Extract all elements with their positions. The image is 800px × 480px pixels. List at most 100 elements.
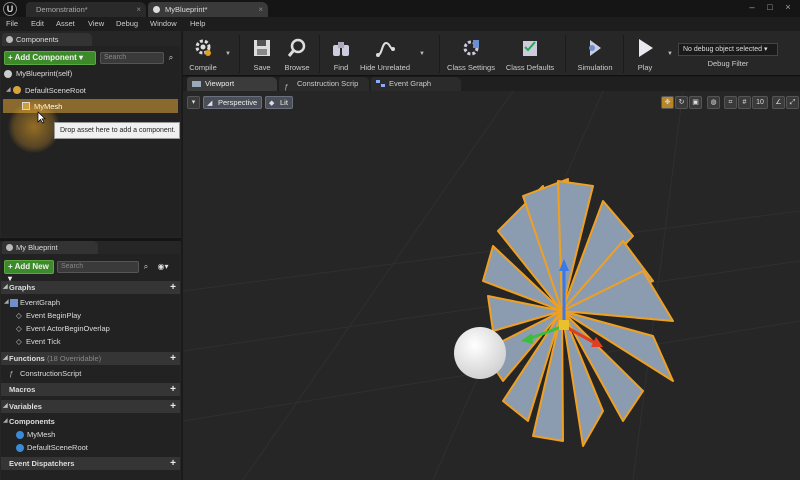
save-label: Save (253, 63, 271, 72)
world-space-icon[interactable]: ◍ (707, 96, 720, 109)
class-defaults-button[interactable]: Class Defaults (503, 34, 557, 74)
components-search-input[interactable]: Search (100, 52, 164, 64)
function-constructionscript[interactable]: ConstructionScript (20, 369, 81, 378)
add-variable-plus-icon[interactable]: + (170, 400, 176, 413)
variables-components-group: Components (9, 417, 55, 426)
add-macro-plus-icon[interactable]: + (170, 383, 176, 396)
variable-defaultsceneroot[interactable]: DefaultSceneRoot (27, 443, 88, 452)
tab-demonstration[interactable]: Demonstration* × (26, 2, 146, 17)
scene-root-icon (13, 86, 21, 94)
unreal-logo-icon: U (3, 2, 17, 16)
tab-event-graph[interactable]: Event Graph (371, 77, 461, 91)
tab-construction-script[interactable]: ƒ Construction Scrip (279, 77, 369, 91)
add-component-button[interactable]: + Add Component ▾ (4, 51, 96, 65)
menu-edit[interactable]: Edit (31, 19, 44, 28)
section-functions[interactable]: ◢ Functions (18 Overridable) + (1, 352, 180, 365)
tab-myblueprint[interactable]: MyBlueprint* × (148, 2, 268, 17)
viewport-scene[interactable] (183, 91, 800, 480)
play-button[interactable]: Play (627, 34, 663, 74)
event-diamond-icon: ◇ (16, 337, 22, 346)
simulation-button[interactable]: Simulation (571, 34, 619, 74)
menu-debug[interactable]: Debug (116, 19, 138, 28)
menu-file[interactable]: File (6, 19, 18, 28)
add-graph-plus-icon[interactable]: + (170, 281, 176, 294)
menu-window[interactable]: Window (150, 19, 177, 28)
title-bar: U Demonstration* × MyBlueprint* × – □ × (0, 0, 800, 17)
translate-tool-icon[interactable]: ✥ (661, 96, 674, 109)
grid-snap-icon[interactable]: # (738, 96, 751, 109)
collapse-arrow-icon: ◢ (3, 355, 8, 361)
graph-eventgraph[interactable]: EventGraph (20, 298, 60, 307)
tab-event-graph-label: Event Graph (389, 79, 432, 88)
hide-unrelated-button[interactable]: Hide Unrelated (359, 34, 411, 74)
view-options-eye-icon[interactable]: ◉▾ (154, 262, 172, 272)
tree-expand-icon[interactable]: ◢ (4, 298, 9, 305)
section-event-dispatchers[interactable]: Event Dispatchers + (1, 457, 180, 470)
menu-help[interactable]: Help (190, 19, 205, 28)
compile-gear-icon (195, 39, 211, 56)
rotation-snap-icon[interactable]: ∠ (772, 96, 785, 109)
tab-viewport[interactable]: Viewport (187, 77, 277, 91)
class-defaults-checklist-icon (523, 41, 537, 56)
compile-button[interactable]: Compile (185, 34, 221, 74)
menu-view[interactable]: View (88, 19, 104, 28)
tab-components[interactable]: Components (2, 33, 92, 46)
grid-snap-value[interactable]: 10 (752, 96, 768, 109)
add-function-plus-icon[interactable]: + (170, 352, 176, 365)
close-icon[interactable]: × (258, 2, 263, 17)
tab-my-blueprint[interactable]: My Blueprint (2, 241, 98, 254)
blueprint-self-icon (4, 70, 12, 78)
class-settings-label: Class Settings (447, 63, 495, 72)
my-blueprint-search-input[interactable]: Search (57, 261, 139, 273)
self-label[interactable]: MyBlueprint(self) (16, 69, 72, 78)
add-dispatcher-plus-icon[interactable]: + (170, 457, 176, 470)
variable-mymesh[interactable]: MyMesh (27, 430, 55, 439)
rotate-tool-icon[interactable]: ↻ (675, 96, 688, 109)
surface-snap-icon[interactable]: ⌗ (724, 96, 737, 109)
section-graphs[interactable]: ◢ Graphs + (1, 281, 180, 294)
tree-expand-icon[interactable]: ◢ (6, 86, 11, 93)
debug-object-select[interactable]: No debug object selected ▾ (678, 43, 778, 56)
close-icon[interactable]: × (136, 2, 141, 17)
minimize-icon[interactable]: – (744, 1, 760, 13)
lit-button[interactable]: ◆ Lit (265, 96, 293, 109)
toolbar-separator (319, 35, 320, 73)
play-label: Play (637, 63, 653, 72)
hide-unrelated-dropdown-icon[interactable]: ▼ (419, 51, 427, 59)
collapse-arrow-icon: ◢ (3, 284, 8, 290)
viewport-options-dropdown[interactable]: ▾ (187, 96, 200, 109)
play-dropdown-icon[interactable]: ▼ (667, 51, 675, 59)
tab-myblueprint-label: MyBlueprint* (165, 5, 208, 14)
viewport[interactable]: ▾ ◢ Perspective ◆ Lit ✥ ↻ ▣ ◍ ⌗ # 10 ∠ ⤢ (183, 91, 800, 480)
add-new-button[interactable]: + Add New ▾ (4, 260, 54, 283)
tree-expand-icon[interactable]: ◢ (3, 417, 8, 424)
class-settings-button[interactable]: Class Settings (445, 34, 497, 74)
find-button[interactable]: Find (323, 34, 359, 74)
scale-snap-icon[interactable]: ⤢ (786, 96, 799, 109)
section-macros[interactable]: Macros + (1, 383, 180, 396)
maximize-icon[interactable]: □ (762, 1, 778, 13)
scale-tool-icon[interactable]: ▣ (689, 96, 702, 109)
mesh-variable-icon (16, 431, 24, 439)
section-event-dispatchers-title: Event Dispatchers (9, 459, 75, 468)
section-variables-title: Variables (9, 402, 42, 411)
event-diamond-icon: ◇ (16, 311, 22, 320)
my-blueprint-icon (6, 244, 13, 251)
search-icon[interactable]: ⌕ (166, 53, 176, 63)
browse-button[interactable]: Browse (279, 34, 315, 74)
section-graphs-title: Graphs (9, 283, 36, 292)
section-variables[interactable]: ◢ Variables + (1, 400, 180, 413)
menu-asset[interactable]: Asset (56, 19, 75, 28)
close-window-icon[interactable]: × (780, 1, 796, 13)
graph-event-actorbeginoverlap[interactable]: Event ActorBeginOverlap (26, 324, 110, 333)
drag-cursor-glow (8, 101, 60, 153)
graph-event-beginplay[interactable]: Event BeginPlay (26, 311, 81, 320)
search-icon[interactable]: ⌕ (141, 262, 151, 272)
graph-event-tick[interactable]: Event Tick (26, 337, 61, 346)
save-button[interactable]: Save (245, 34, 279, 74)
compile-dropdown-icon[interactable]: ▼ (225, 51, 233, 59)
tree-item-defaultsceneroot[interactable]: DefaultSceneRoot (25, 86, 86, 95)
tab-viewport-label: Viewport (205, 79, 235, 88)
perspective-button[interactable]: ◢ Perspective (203, 96, 263, 109)
debug-filter-label: Debug Filter (707, 59, 749, 68)
